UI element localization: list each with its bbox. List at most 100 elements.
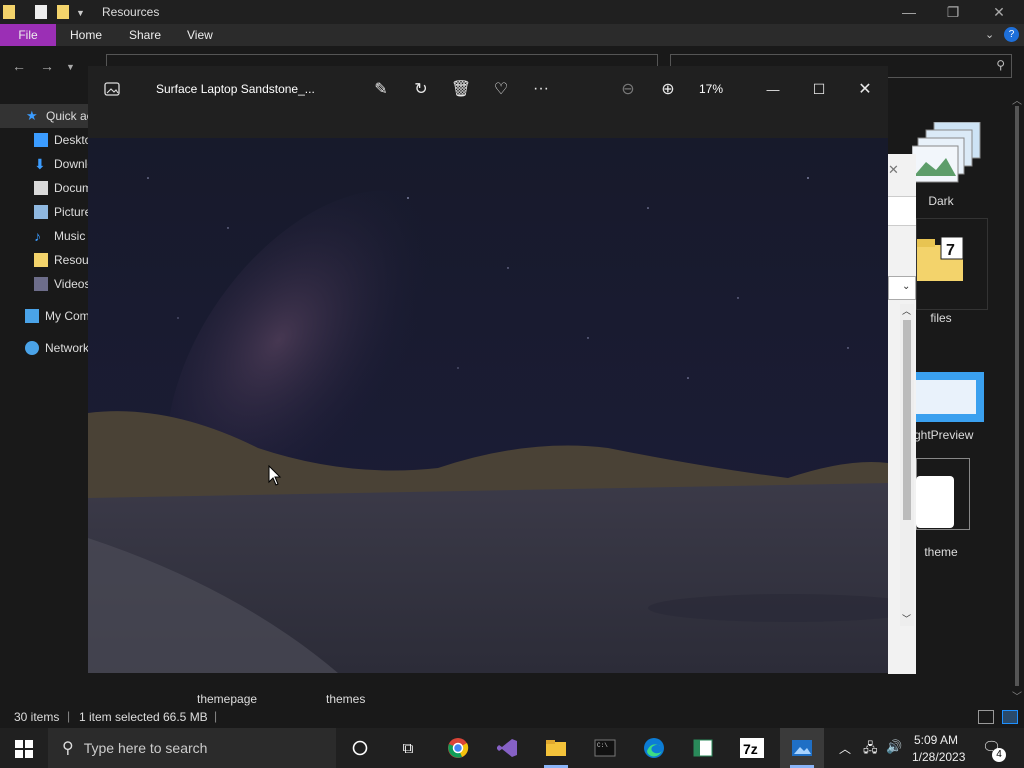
maximize-icon[interactable]: ☐ bbox=[806, 76, 832, 102]
file-item-dark[interactable] bbox=[911, 121, 982, 192]
visual-studio-icon[interactable] bbox=[495, 736, 519, 760]
search-icon: ⚲ bbox=[996, 58, 1005, 72]
help-icon[interactable]: ? bbox=[1004, 27, 1019, 42]
close-icon[interactable]: ✕ bbox=[852, 76, 878, 102]
minimize-icon[interactable]: — bbox=[886, 0, 932, 24]
minimize-icon[interactable]: — bbox=[760, 76, 786, 102]
mouse-cursor-icon bbox=[268, 465, 282, 486]
overlapping-dialog: ✕ ⌄ ︿ ﹀ bbox=[888, 154, 916, 674]
scroll-down-icon[interactable]: ﹀ bbox=[1012, 688, 1022, 703]
photo-image[interactable] bbox=[88, 138, 888, 673]
properties-icon[interactable] bbox=[35, 5, 47, 19]
taskbar-search[interactable]: ⚲ Type here to search bbox=[48, 728, 336, 768]
image-icon bbox=[104, 82, 120, 96]
search-placeholder: Type here to search bbox=[83, 740, 208, 756]
delete-icon[interactable]: 🗑 bbox=[448, 76, 474, 102]
ribbon: File Home Share View ⌄ ? bbox=[0, 24, 1024, 46]
file-label[interactable]: themepage bbox=[197, 692, 257, 706]
network-icon bbox=[25, 341, 39, 355]
selected-size: 66.5 MB bbox=[163, 710, 208, 724]
tab-file[interactable]: File bbox=[0, 24, 56, 46]
app-window-icon[interactable] bbox=[691, 736, 715, 760]
customize-quick-access-icon[interactable]: ▼ bbox=[76, 8, 85, 18]
sidebar-item-label: Videos bbox=[54, 277, 91, 291]
computer-icon bbox=[25, 309, 39, 323]
recent-locations-icon[interactable]: ▼ bbox=[66, 62, 75, 72]
scrollbar-thumb[interactable] bbox=[1015, 106, 1019, 686]
download-icon: ⬇ bbox=[34, 156, 46, 172]
network-icon[interactable]: 🖧 bbox=[863, 739, 878, 761]
star-icon: ★ bbox=[26, 108, 38, 123]
pictures-icon bbox=[34, 205, 48, 219]
file-item-lightpreview[interactable] bbox=[916, 372, 984, 422]
tab-home[interactable]: Home bbox=[70, 24, 102, 46]
svg-text:7: 7 bbox=[946, 242, 955, 259]
svg-text:7z: 7z bbox=[743, 741, 758, 757]
sidebar-item-label: Network bbox=[45, 341, 90, 355]
svg-text:C:\: C:\ bbox=[597, 742, 608, 749]
photos-app-icon bbox=[102, 76, 122, 102]
documents-icon bbox=[34, 181, 48, 195]
explorer-scrollbar[interactable]: ︿ ﹀ bbox=[1010, 92, 1024, 704]
new-folder-icon[interactable] bbox=[57, 5, 69, 19]
file-label: Dark bbox=[928, 194, 954, 208]
large-icons-view-icon[interactable] bbox=[1002, 710, 1018, 724]
close-icon[interactable]: ✕ bbox=[976, 0, 1022, 24]
file-explorer-icon[interactable] bbox=[544, 736, 568, 760]
windows-start-icon[interactable] bbox=[15, 740, 33, 758]
edge-icon[interactable] bbox=[642, 736, 666, 760]
close-icon[interactable]: ✕ bbox=[888, 162, 899, 178]
rotate-icon[interactable]: ↻ bbox=[408, 76, 434, 102]
tab-view[interactable]: View bbox=[187, 24, 213, 46]
search-icon: ⚲ bbox=[62, 740, 74, 757]
clock-date[interactable]: 1/28/2023 bbox=[912, 750, 965, 764]
file-label: files bbox=[930, 311, 952, 325]
cortana-icon[interactable] bbox=[348, 736, 372, 760]
chrome-icon[interactable] bbox=[446, 736, 470, 760]
dialog-field[interactable] bbox=[888, 196, 916, 226]
item-count: 30 items bbox=[14, 710, 60, 724]
file-item-theme[interactable] bbox=[916, 458, 976, 536]
7zip-icon[interactable]: 7z bbox=[740, 736, 764, 760]
photos-icon[interactable] bbox=[790, 736, 814, 760]
task-view-icon[interactable]: ⧉ bbox=[396, 736, 420, 760]
scrollbar-thumb[interactable] bbox=[903, 320, 911, 520]
folder-icon bbox=[3, 5, 15, 19]
terminal-icon[interactable]: C:\ bbox=[593, 736, 617, 760]
notification-badge: 4 bbox=[992, 748, 1006, 762]
scroll-up-icon[interactable]: ︿ bbox=[902, 304, 911, 317]
scroll-up-icon[interactable]: ︿ bbox=[1012, 92, 1022, 107]
zoom-out-icon[interactable]: ⊖ bbox=[615, 76, 641, 102]
explorer-title-bar: ▼ Resources — ❐ ✕ bbox=[0, 0, 1024, 24]
zip-folder-icon: 7 bbox=[917, 237, 964, 281]
tab-share[interactable]: Share bbox=[129, 24, 161, 46]
forward-icon[interactable]: → bbox=[40, 58, 54, 74]
scroll-down-icon[interactable]: ﹀ bbox=[902, 612, 911, 625]
dropdown[interactable]: ⌄ bbox=[888, 276, 916, 300]
status-divider: | bbox=[67, 709, 71, 723]
edit-image-icon[interactable]: ✎ bbox=[368, 76, 394, 102]
desktop-icon bbox=[34, 133, 48, 147]
details-view-icon[interactable] bbox=[978, 710, 994, 724]
more-options-icon[interactable]: ··· bbox=[528, 76, 554, 102]
volume-icon[interactable]: 🔊 bbox=[886, 739, 902, 755]
zoom-in-icon[interactable]: ⊕ bbox=[655, 76, 681, 102]
window-stack-icon bbox=[916, 476, 954, 528]
navigation-pane: ★ Quick access Desktop ⬇ Downloads Docum… bbox=[0, 96, 115, 706]
photo-title: Surface Laptop Sandstone_... bbox=[156, 82, 315, 96]
landscape-image bbox=[88, 138, 888, 673]
zoom-level[interactable]: 17% bbox=[699, 82, 723, 96]
dialog-scrollbar[interactable]: ︿ ﹀ bbox=[900, 304, 914, 626]
chevron-down-icon: ⌄ bbox=[902, 281, 911, 292]
back-icon[interactable]: ← bbox=[12, 58, 26, 74]
restore-icon[interactable]: ❐ bbox=[930, 0, 976, 24]
file-item-files[interactable]: 7 bbox=[916, 218, 988, 310]
chevron-up-icon[interactable]: ︿ bbox=[839, 740, 851, 757]
file-label: ghtPreview bbox=[914, 428, 974, 442]
favorite-icon[interactable]: ♡ bbox=[488, 76, 514, 102]
file-label[interactable]: themes bbox=[326, 692, 365, 706]
expand-ribbon-icon[interactable]: ⌄ bbox=[985, 28, 994, 41]
clock-time[interactable]: 5:09 AM bbox=[914, 733, 958, 747]
status-divider: | bbox=[214, 709, 218, 723]
selected-count: 1 item selected bbox=[79, 710, 160, 724]
